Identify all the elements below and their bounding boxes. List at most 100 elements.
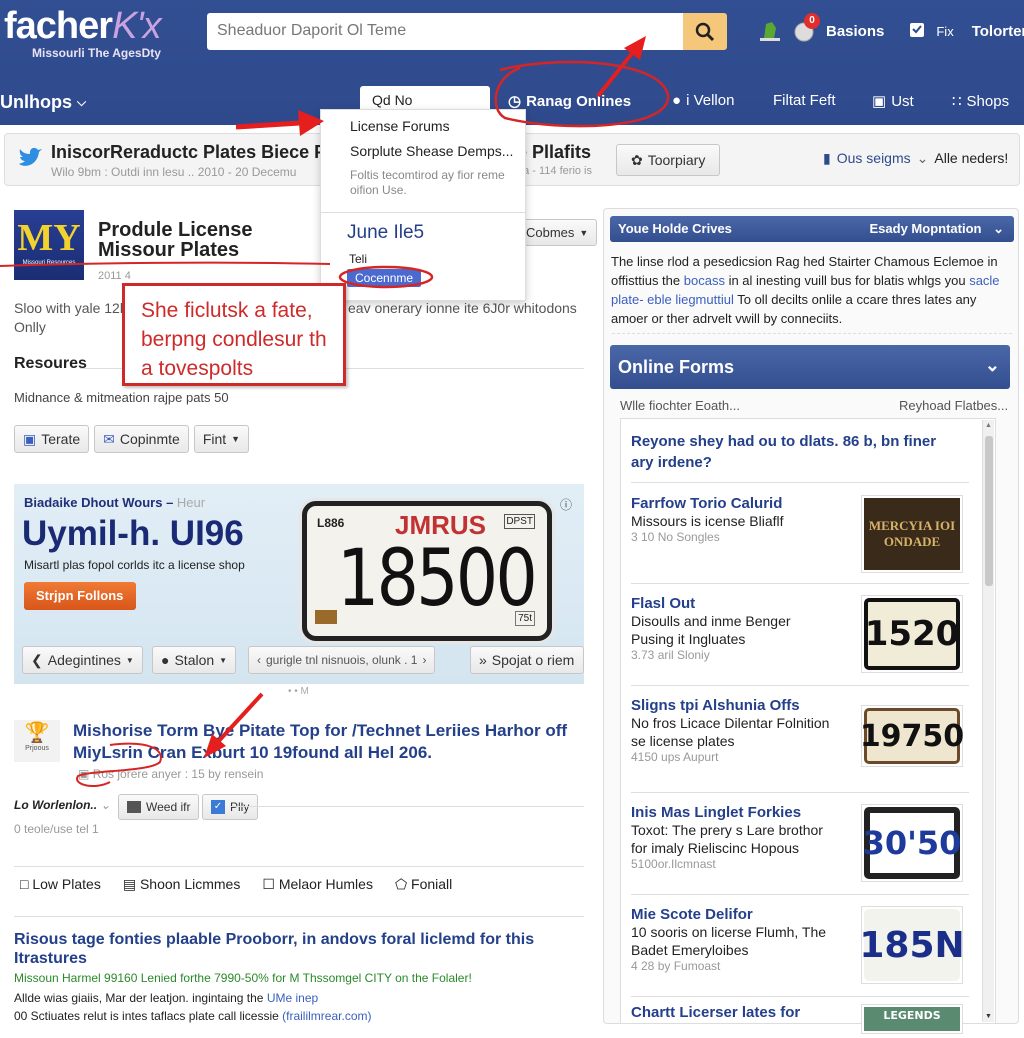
post-stats: 0 teole/use tel 1 [14,822,99,836]
chevron-down-icon: ⌵ [77,95,87,109]
plate-number: 18500 [337,534,538,624]
article-summary-left: Sloo with yale 12l [14,300,123,316]
article-actions: ▣ Terate ✉ Copinmte Fint ▼ [14,425,250,453]
hero-search-field[interactable]: ‹ gurigle tnl nisnuois, olunk . 1 › [248,646,436,674]
tree-icon[interactable] [758,18,782,44]
forms-question[interactable]: Reyone shey had ou to dlats. 86 b, bn fi… [631,431,961,473]
plate-text: 185N [859,909,965,981]
button-label: Adegintines [47,652,121,668]
plly-button[interactable]: ✓ Plly [202,794,259,820]
form-item-thumbnail: 19750 [860,705,964,767]
scroll-up-icon[interactable]: ▲ [985,422,992,429]
adegintines-dropdown[interactable]: ❮ Adegintines ▼ [22,646,143,674]
tab-melaor-humles[interactable]: ☐ Melaor Humles [262,876,373,893]
chevron-down-icon[interactable]: ⌄ [917,150,929,167]
tab-low-plates[interactable]: □ Low Plates [20,876,101,893]
weed-button[interactable]: Weed ifr [118,794,200,820]
chevron-down-icon: ⌄ [993,221,1004,236]
scrollbar-thumb[interactable] [985,436,993,586]
header-link-basions[interactable]: Basions [826,23,884,40]
stalon-dropdown[interactable]: ● Stalon ▼ [152,646,237,674]
nav-item-shops[interactable]: ∷ Shops [952,92,1009,111]
search-button[interactable] [683,13,727,50]
notifications-icon[interactable]: 0 [792,13,820,43]
toorpiary-button[interactable]: ✿ Toorpiary [616,144,721,176]
copinmte-button[interactable]: ✉ Copinmte [94,425,189,453]
form-item[interactable]: Mie Scote Delifor 10 sooris on licerse F… [631,896,969,997]
form-item-thumbnail: 30'50 [861,804,963,882]
tab-label: Foniall [411,876,453,892]
nav-label: Filtat Feft [773,92,836,109]
desc-link-1[interactable]: bocass [684,273,725,288]
plate-text: 1520 [864,598,960,670]
dropdown-item-license-forums[interactable]: License Forums [350,118,450,134]
online-forms-header[interactable]: Online Forms ⌄ [610,345,1010,389]
nav-label: Ranag Onlines [526,92,632,110]
comments-dropdown[interactable]: Cobmes ▼ [517,219,598,246]
tab-foniall[interactable]: ⬠ Foniall [395,876,452,893]
grid-icon: ∷ [952,93,962,110]
form-item[interactable]: Flasl Out Disoulls and inme Benger Pusin… [631,585,969,686]
confirm-button[interactable]: Cocennme [347,269,422,287]
search-input[interactable]: Sheaduor Daporit Ol Teme [207,13,683,50]
section-text: Midnance & mitmeation rajpe pats 50 [14,390,229,405]
check-icon: ✓ [211,800,225,814]
link-alle-neders[interactable]: Alle neders! [934,150,1008,167]
plate-left-tag: L886 [317,516,345,530]
apple-icon: ● [161,652,170,668]
clipboard-icon[interactable] [908,20,926,42]
result-link-2[interactable]: (fraililmrear.com) [282,1009,371,1023]
tab-label: Melaor Humles [278,876,373,892]
nav-menu-toggle[interactable]: Unlhops ⌵ [0,92,86,113]
nav-menu-label: Unlhops [0,92,72,112]
tabs-divider-top [14,866,584,867]
bird-icon: ✿ [631,151,643,168]
caret-down-icon: ▼ [231,434,241,444]
chevron-down-icon: ⌄ [100,798,111,812]
post-divider [230,806,584,807]
result-link-1[interactable]: UMe inep [267,991,318,1005]
form-item[interactable]: Sligns tpi Alshunia Offs No fros Licace … [631,687,969,793]
forms-scrollbar[interactable]: ▲ ▼ [982,420,994,1022]
form-item[interactable]: Farrfow Torio Calurid Missours is icense… [631,485,969,584]
forms-right-link[interactable]: Reyhoad Flatbes... [899,398,1008,413]
spojat-dropdown[interactable]: » Spojat o riem [470,646,584,674]
header-link-tolorter[interactable]: Tolorter [972,23,1024,40]
fint-dropdown[interactable]: Fint ▼ [193,425,250,453]
kicker-text: Biadaike Dhout Wours [24,495,163,510]
sidebar-header[interactable]: Youe Holde Crives Esady Mopntation ⌄ [610,216,1014,242]
result-title[interactable]: Risous tage fonties plaable Prooborr, in… [14,930,584,968]
plate-sticker-left [315,610,337,624]
tab-label: Shoon Licmmes [139,876,241,892]
nav-item-ranag-onlines[interactable]: ◷ Ranag Onlines [508,92,632,111]
header-link-fix[interactable]: Fix [936,24,953,39]
link-ous-seigms[interactable]: Ous seigms [837,150,911,167]
tab-shoon-licmmes[interactable]: ▤ Shoon Licmmes [123,876,241,893]
filter-dropdown[interactable]: Lo Worlenlon.. ⌄ [14,798,111,812]
plate-text: MERCYIA IOI ONDADE [864,498,960,570]
forms-left-link[interactable]: Wlle fiochter Eoath... [620,398,740,413]
info-icon[interactable]: ⓘ [560,496,572,513]
post-title[interactable]: Mishorise Torm Bye Pitate Top for /Techn… [73,720,583,764]
nav-item-filtat[interactable]: Filtat Feft [773,92,836,109]
button-label: Toorpiary [647,152,706,168]
site-logo[interactable]: facherK'x Missourli The AgesDty [4,6,162,60]
button-label: Plly [230,800,250,814]
nav-item-vellon[interactable]: ● i Vellon [672,92,734,109]
plate-sticker: 75t [515,611,535,626]
pentagon-icon: ⬠ [394,876,408,892]
apple-icon: ● [672,92,682,109]
form-item[interactable]: Chartt Licerser lates for LEGENDS [631,998,969,1038]
clipboard-icon: ▮ [823,150,831,166]
top-header: facherK'x Missourli The AgesDty Sheaduor… [0,0,1024,125]
scroll-down-icon[interactable]: ▼ [985,1013,992,1020]
book-icon: ▤ [122,876,137,892]
carousel-pager[interactable]: • • M [288,686,309,697]
form-item[interactable]: Inis Mas Linglet Forkies Toxot: The prer… [631,794,969,895]
cta-button[interactable]: Strjpn Follons [24,582,136,610]
sidebar-description: The linse rlod a pesedicsion Rag hed Sta… [611,252,1011,328]
caret-down-icon: ▼ [125,655,134,665]
terate-button[interactable]: ▣ Terate [14,425,90,453]
dropdown-item-sorplute[interactable]: Sorplute Shease Demps... [350,143,513,159]
nav-item-ust[interactable]: ▣ Ust [872,92,914,111]
